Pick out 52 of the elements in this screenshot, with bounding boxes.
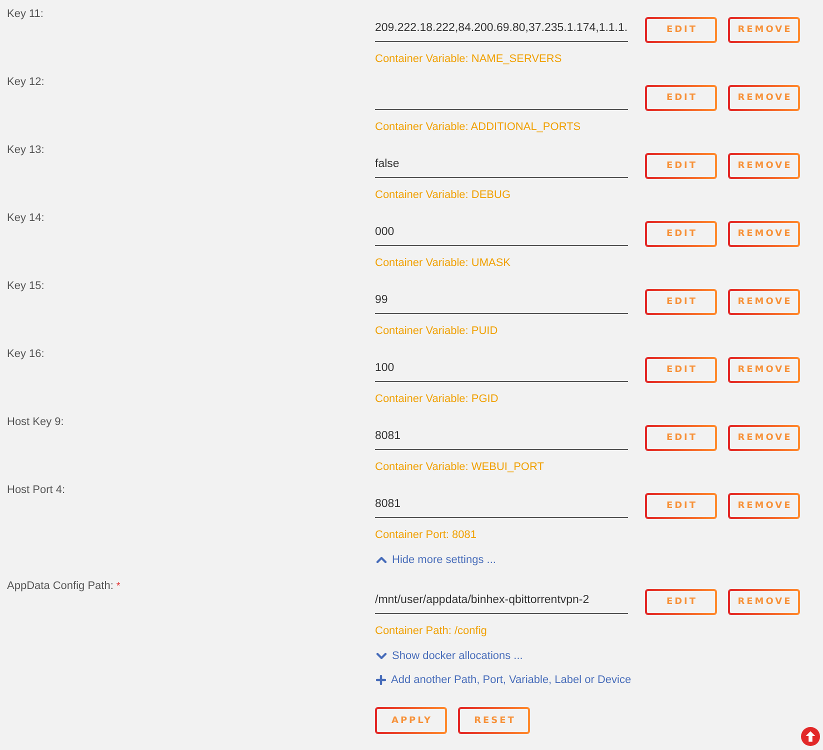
input-field[interactable]: false: [375, 153, 628, 178]
remove-button[interactable]: REMOVE: [728, 493, 800, 519]
add-link[interactable]: Add another Path, Port, Variable, Label or Device: [376, 673, 632, 687]
reset-button[interactable]: RESET: [458, 707, 530, 734]
field-label: Host Port 4:: [7, 484, 66, 496]
edit-button[interactable]: EDIT: [645, 357, 717, 383]
field-label: Host Key 9:: [7, 416, 64, 428]
hint-text: Container Variable: WEBUI_PORT: [375, 461, 545, 473]
field-label: Key 12:: [7, 76, 44, 88]
remove-button[interactable]: REMOVE: [728, 85, 800, 111]
hint-text: Container Variable: NAME_SERVERS: [375, 53, 563, 65]
input-field[interactable]: 000: [375, 221, 628, 246]
input-field[interactable]: 100: [375, 357, 628, 382]
edit-button[interactable]: EDIT: [645, 425, 717, 451]
scroll-to-top-icon[interactable]: [801, 727, 820, 746]
edit-button[interactable]: EDIT: [645, 221, 717, 247]
field-label: Key 14:: [7, 212, 44, 224]
hint-text: Container Path: /config: [375, 625, 488, 637]
field-label: Key 11:: [7, 8, 44, 20]
field-label: Key 16:: [7, 348, 44, 360]
hint-text: Container Variable: PGID: [375, 393, 500, 405]
toggle-link[interactable]: Hide more settings ...: [376, 553, 496, 567]
input-field[interactable]: /mnt/user/appdata/binhex-qbittorrentvpn-2: [375, 589, 628, 614]
field-label: AppData Config Path:: [7, 580, 114, 592]
input-field[interactable]: 8081: [375, 493, 628, 518]
remove-button[interactable]: REMOVE: [728, 357, 800, 383]
hint-text: Container Port: 8081: [375, 529, 478, 541]
edit-button[interactable]: EDIT: [645, 493, 717, 519]
edit-button[interactable]: EDIT: [645, 289, 717, 315]
hint-text: Container Variable: DEBUG: [375, 189, 512, 201]
edit-button[interactable]: EDIT: [645, 85, 717, 111]
remove-button[interactable]: REMOVE: [728, 425, 800, 451]
toggle-link[interactable]: Show docker allocations ...: [376, 649, 523, 663]
edit-button[interactable]: EDIT: [645, 17, 717, 43]
required-mark: *: [116, 581, 120, 592]
remove-button[interactable]: REMOVE: [728, 589, 800, 615]
input-field[interactable]: 99: [375, 289, 628, 314]
input-field[interactable]: 209.222.18.222,84.200.69.80,37.235.1.174,1.1.1.: [375, 17, 628, 42]
edit-button[interactable]: EDIT: [645, 153, 717, 179]
apply-button[interactable]: APPLY: [375, 707, 447, 734]
remove-button[interactable]: REMOVE: [728, 221, 800, 247]
remove-button[interactable]: REMOVE: [728, 17, 800, 43]
hint-text: Container Variable: ADDITIONAL_PORTS: [375, 121, 582, 133]
hint-text: Container Variable: UMASK: [375, 257, 512, 269]
hint-text: Container Variable: PUID: [375, 325, 499, 337]
field-label: Key 13:: [7, 144, 44, 156]
field-label: Key 15:: [7, 280, 44, 292]
remove-button[interactable]: REMOVE: [728, 153, 800, 179]
remove-button[interactable]: REMOVE: [728, 289, 800, 315]
edit-button[interactable]: EDIT: [645, 589, 717, 615]
plus-icon: [376, 675, 386, 685]
input-field[interactable]: 8081: [375, 425, 628, 450]
